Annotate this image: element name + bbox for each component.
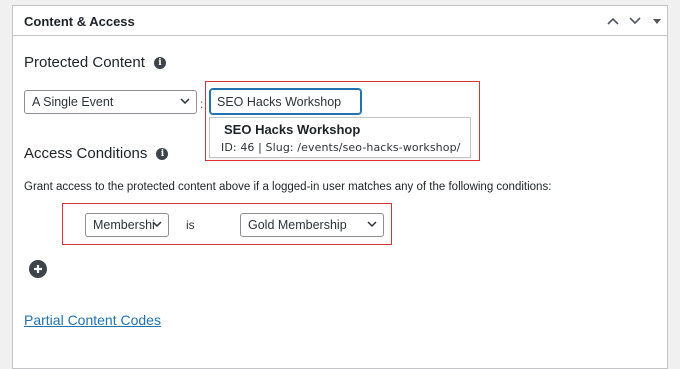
content-access-panel: Content & Access Protected Content i A S… <box>12 5 668 369</box>
plus-icon <box>34 265 42 273</box>
triangle-down-icon <box>653 18 661 24</box>
chevron-down-icon <box>152 221 162 228</box>
protected-content-heading-text: Protected Content <box>24 54 145 71</box>
condition-value-select[interactable]: Gold Membership <box>240 213 384 237</box>
toggle-panel-button[interactable] <box>649 13 665 29</box>
content-search-value: SEO Hacks Workshop <box>217 94 342 109</box>
condition-operator: is <box>186 218 195 232</box>
content-type-select[interactable]: A Single Event <box>24 90 197 114</box>
panel-title: Content & Access <box>24 14 135 29</box>
suggestion-meta: ID: 46 | Slug: /events/seo-hacks-worksho… <box>221 141 461 154</box>
access-conditions-heading-text: Access Conditions <box>24 145 148 162</box>
add-condition-button[interactable] <box>29 260 47 278</box>
access-conditions-heading: Access Conditions i <box>24 145 169 162</box>
chevron-up-icon <box>607 17 619 25</box>
condition-field-select[interactable]: Membership <box>85 213 169 237</box>
move-down-button[interactable] <box>627 13 643 29</box>
chevron-down-icon <box>629 17 641 25</box>
partial-content-codes-link[interactable]: Partial Content Codes <box>24 312 161 328</box>
access-conditions-description: Grant access to the protected content ab… <box>24 181 552 193</box>
condition-field-value: Membership <box>93 218 155 232</box>
suggestion-title: SEO Hacks Workshop <box>224 122 361 137</box>
move-up-button[interactable] <box>605 13 621 29</box>
separator-colon: : <box>200 97 204 111</box>
content-type-select-value: A Single Event <box>32 95 114 109</box>
chevron-down-icon <box>180 98 190 105</box>
chevron-down-icon <box>367 221 377 228</box>
condition-value-text: Gold Membership <box>248 218 347 232</box>
info-icon[interactable]: i <box>156 147 169 160</box>
panel-header: Content & Access <box>13 6 667 36</box>
content-search-input[interactable]: SEO Hacks Workshop <box>209 88 362 115</box>
info-icon[interactable]: i <box>153 56 166 69</box>
protected-content-heading: Protected Content i <box>24 54 166 71</box>
autocomplete-suggestion[interactable]: SEO Hacks Workshop ID: 46 | Slug: /event… <box>209 117 471 158</box>
